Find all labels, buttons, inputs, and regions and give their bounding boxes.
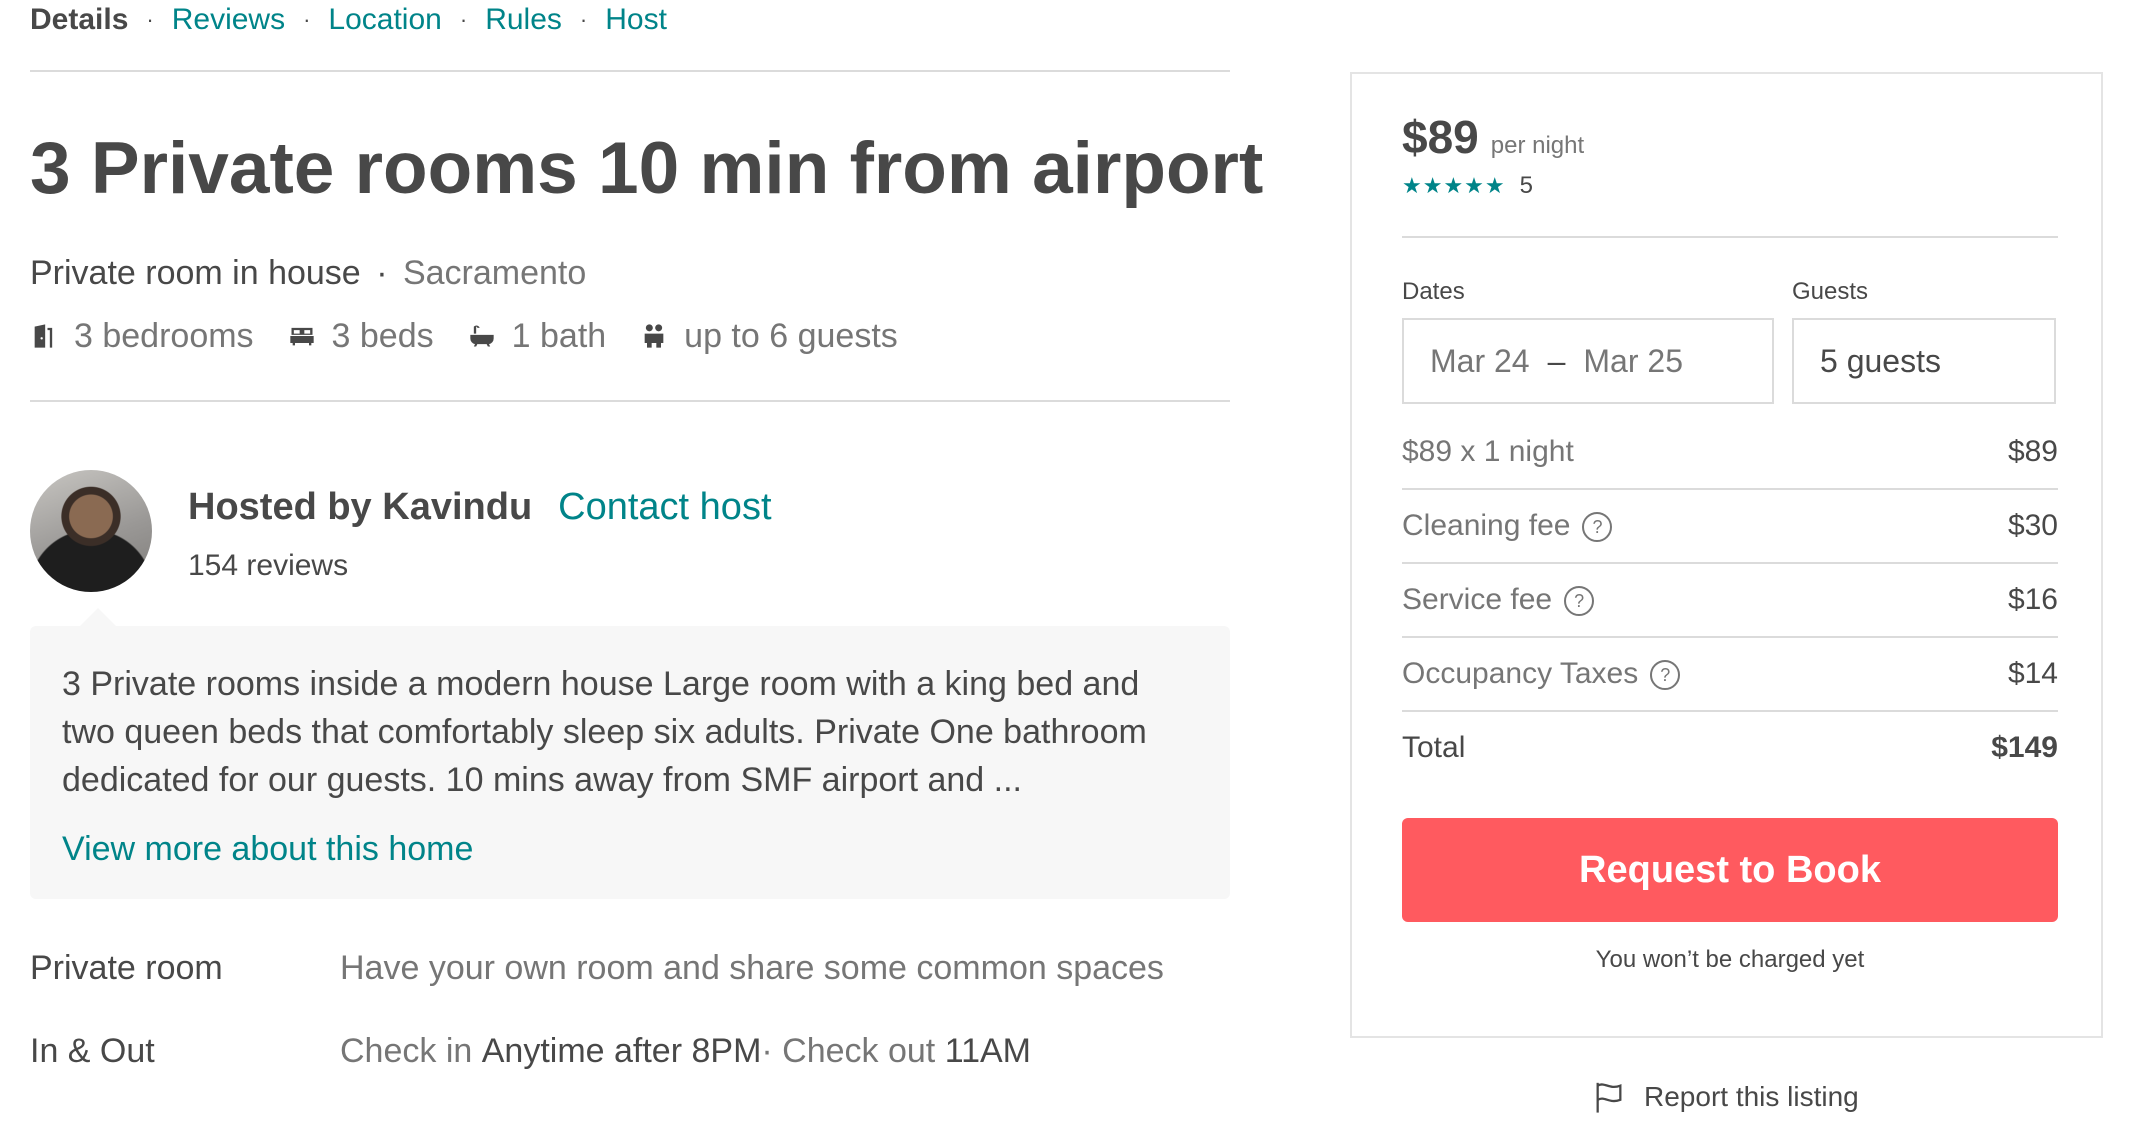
subnav-separator: · <box>146 7 154 32</box>
guests-value: 5 guests <box>1820 342 1941 379</box>
listing-subtitle: Private room in house · Sacramento <box>30 254 1230 293</box>
in-out-row: In & Out Check in Anytime after 8PM· Che… <box>30 1032 1230 1071</box>
check-out-date[interactable]: Mar 25 <box>1583 343 1683 380</box>
rating-count: 5 <box>1519 172 1533 199</box>
price-line: $89 per night <box>1402 110 2058 164</box>
dates-label: Dates <box>1402 278 1465 305</box>
subnav-separator: · <box>579 7 588 32</box>
listing-title: 3 Private rooms 10 min from airport <box>30 128 1264 209</box>
no-charge-note: You won’t be charged yet <box>1595 946 1865 973</box>
report-listing-label: Report this listing <box>1644 1081 1859 1112</box>
report-listing-link[interactable]: Report this listing <box>1592 1080 1859 1114</box>
host-avatar[interactable] <box>30 469 152 592</box>
total-row: Total $149 <box>1402 712 2058 784</box>
bathtub-icon <box>469 325 494 347</box>
service-fee-label: Service fee <box>1402 583 1553 616</box>
subnav-reviews[interactable]: Reviews <box>172 3 285 37</box>
subnav-separator: · <box>303 7 311 32</box>
taxes-row: Occupancy Taxes? $14 <box>1402 638 2058 712</box>
check-in-date[interactable]: Mar 24 <box>1430 343 1530 380</box>
service-fee-row: Service fee? $16 <box>1402 564 2058 638</box>
taxes-label-wrap: Occupancy Taxes? <box>1402 657 1681 691</box>
nightly-fee-amount: $89 <box>2007 435 2058 468</box>
subnav-details[interactable]: Details <box>30 3 128 37</box>
description-text: 3 Private rooms inside a modern house La… <box>62 664 1147 799</box>
amenities-summary: 3 bedrooms 3 beds 1 bath up to 6 guests <box>30 317 1230 356</box>
room-type-value: Have your own room and share some common… <box>340 948 1164 987</box>
baths-label: 1 bath <box>511 316 607 355</box>
help-icon[interactable]: ? <box>1650 660 1681 691</box>
cleaning-fee-label: Cleaning fee <box>1402 509 1571 542</box>
listing-city: Sacramento <box>402 253 587 292</box>
cleaning-fee-label-wrap: Cleaning fee? <box>1402 509 1613 543</box>
subnav-host[interactable]: Host <box>605 3 667 37</box>
subtitle-separator: · <box>376 253 388 292</box>
help-icon[interactable]: ? <box>1582 512 1613 543</box>
check-in-time: Anytime after 8PM <box>481 1031 762 1070</box>
host-name: Hosted by Kavindu <box>188 485 533 528</box>
amenity-bedrooms: 3 bedrooms <box>30 317 254 356</box>
date-dash: – <box>1547 342 1566 379</box>
bed-icon <box>289 328 314 346</box>
nightly-fee-row: $89 x 1 night $89 <box>1402 416 2058 490</box>
taxes-amount: $14 <box>2007 657 2058 690</box>
check-out-prefix: · Check out <box>761 1031 945 1070</box>
cleaning-fee-row: Cleaning fee? $30 <box>1402 490 2058 564</box>
field-labels: Dates Guests <box>1402 278 2058 306</box>
request-to-book-button[interactable]: Request to Book <box>1402 818 2058 922</box>
check-out-time: 11AM <box>944 1031 1031 1070</box>
amenity-beds: 3 beds <box>288 317 434 356</box>
star-rating-icon: ★★★★★ <box>1402 173 1506 198</box>
nightly-fee-label: $89 x 1 night <box>1402 435 1574 468</box>
in-out-value: Check in Anytime after 8PM· Check out 11… <box>340 1032 1031 1071</box>
listing-subnav: Details · Reviews · Location · Rules · H… <box>30 0 1230 40</box>
card-divider <box>1402 236 2058 238</box>
host-summary: Hosted by Kavindu Contact host 154 revie… <box>30 469 1230 592</box>
cleaning-fee-amount: $30 <box>2007 509 2058 542</box>
host-line: Hosted by Kavindu Contact host <box>188 486 772 529</box>
room-type-row: Private room Have your own room and shar… <box>30 949 1230 988</box>
door-icon <box>34 324 53 349</box>
service-fee-amount: $16 <box>2007 583 2058 616</box>
guests-label: Guests <box>1792 278 1869 305</box>
amenity-baths: 1 bath <box>468 316 607 356</box>
total-label: Total <box>1402 731 1466 764</box>
check-in-prefix: Check in <box>340 1031 482 1070</box>
help-icon[interactable]: ? <box>1564 586 1595 617</box>
room-type-label: Private room <box>30 948 223 987</box>
per-night-label: per night <box>1490 132 1585 159</box>
listing-main: Details · Reviews · Location · Rules · H… <box>30 0 1264 1071</box>
subnav-separator: · <box>459 7 468 32</box>
in-out-label: In & Out <box>30 1031 155 1070</box>
guests-capacity-label: up to 6 guests <box>684 316 898 355</box>
section-divider <box>30 70 1230 72</box>
booking-card: $89 per night ★★★★★ 5 Dates Guests Mar 2… <box>1350 72 2103 1038</box>
taxes-label: Occupancy Taxes <box>1402 657 1639 690</box>
date-range-picker[interactable]: Mar 24 – Mar 25 <box>1402 318 1774 404</box>
service-fee-label-wrap: Service fee? <box>1402 583 1595 617</box>
subnav-location[interactable]: Location <box>328 3 441 37</box>
people-icon <box>644 324 664 349</box>
description-box: 3 Private rooms inside a modern house La… <box>30 607 1230 899</box>
host-reviews-count: 154 reviews <box>188 548 349 582</box>
contact-host-link[interactable]: Contact host <box>558 486 771 529</box>
total-amount: $149 <box>1991 731 2058 764</box>
view-more-link[interactable]: View more about this home <box>62 830 1200 869</box>
bedrooms-label: 3 bedrooms <box>74 316 254 355</box>
booking-card-inner: $89 per night ★★★★★ 5 Dates Guests Mar 2… <box>1402 110 2058 974</box>
flag-icon <box>1596 1082 1622 1113</box>
section-divider <box>30 399 1230 402</box>
nightly-price: $89 <box>1402 111 1479 163</box>
room-type: Private room in house <box>30 253 361 292</box>
booking-fields: Mar 24 – Mar 25 5 guests <box>1402 318 2058 404</box>
beds-label: 3 beds <box>331 316 434 355</box>
guests-select[interactable]: 5 guests <box>1792 318 2056 404</box>
host-info: Hosted by Kavindu Contact host 154 revie… <box>188 486 772 583</box>
amenity-guests: up to 6 guests <box>640 317 898 356</box>
subnav-rules[interactable]: Rules <box>485 3 562 37</box>
rating-line[interactable]: ★★★★★ 5 <box>1402 172 2058 200</box>
